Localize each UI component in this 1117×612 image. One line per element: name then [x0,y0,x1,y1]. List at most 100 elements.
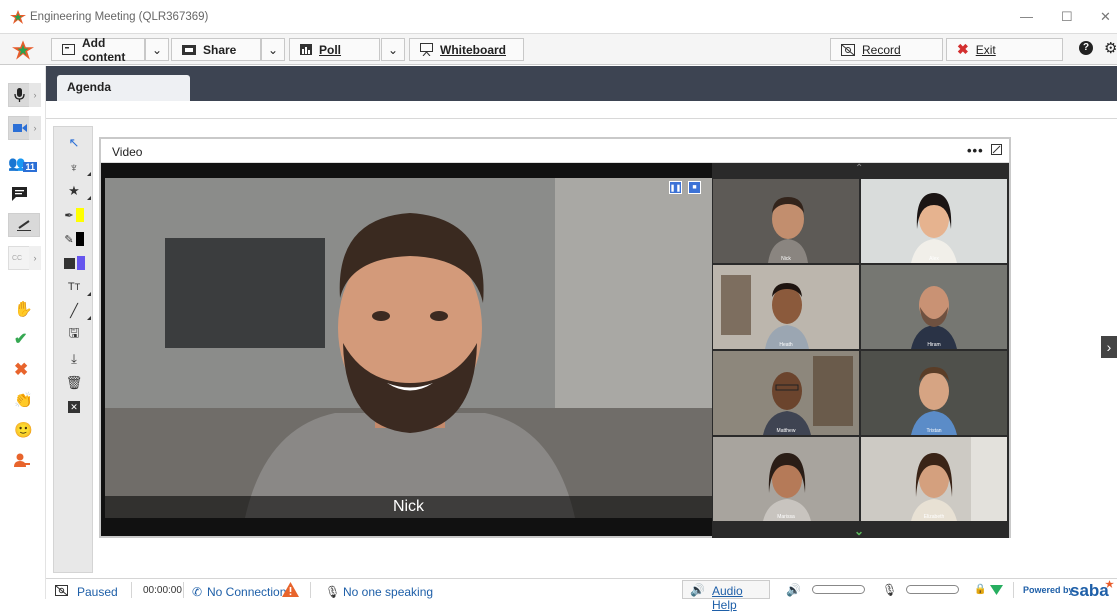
highlighter-color-swatch [75,208,84,222]
record-button[interactable]: Record [830,38,943,61]
pod-title: Video [112,145,143,159]
participant-tile[interactable]: Marissa [713,437,859,521]
connection-status[interactable]: No Connection [207,585,286,599]
spotlight-tool[interactable]: ♆ [54,155,94,179]
audio-help-button[interactable]: 🔊 Audio Help [682,580,770,612]
shape-color-swatch [76,256,85,270]
shape-tool[interactable] [54,251,94,275]
participant-tile[interactable]: Nick [713,179,859,263]
participant-tile[interactable]: Matthew [713,351,859,435]
spotlight-icon: ♆ [69,159,79,175]
attendee-count-badge: 11 [23,162,37,172]
star-icon: ★ [68,183,80,198]
x-mark-icon: ✖ [14,360,29,379]
close-window-button[interactable]: ✕ [1100,9,1111,25]
agree-button[interactable]: ✔ [8,327,40,351]
microphone-button[interactable] [8,83,30,107]
expand-right-panel-button[interactable]: › [1101,336,1117,358]
pointer-tool[interactable]: ↖ [54,131,94,155]
stamp-tool[interactable]: ★ [54,179,94,203]
divider [183,582,184,598]
participant-tile[interactable]: Alex [861,179,1007,263]
captions-options-arrow[interactable]: › [29,246,41,270]
record-status-icon [55,585,68,596]
divider [1013,582,1014,598]
text-tool[interactable]: TT [54,275,94,299]
raise-hand-icon: ✋ [14,301,33,318]
speaker-portrait [105,178,712,518]
highlighter-tool[interactable]: ✒ [54,203,94,227]
attendees-button[interactable]: 👥 11 [8,151,40,175]
applause-button[interactable]: 👏 [8,388,40,412]
lock-icon: 🔒 [974,584,987,595]
stop-video-button[interactable]: ■ [688,181,701,194]
share-dropdown[interactable]: ⌄ [261,38,285,61]
tab-agenda[interactable]: Agenda [57,75,190,101]
participant-name: Hiram [927,342,941,348]
closed-captions-icon: CC [12,254,23,262]
share-icon [182,44,196,55]
microphone-icon [14,88,25,102]
pod-header: Video ••• [101,139,1009,163]
title-bar: Engineering Meeting (QLR367369) — ☐ ✕ [0,0,1117,33]
participant-tile[interactable]: Tristan [861,351,1007,435]
microphone-icon: 🎙 [325,585,341,599]
pause-video-button[interactable]: ❚❚ [669,181,682,194]
whiteboard-button[interactable]: Whiteboard [409,38,524,61]
step-away-button[interactable] [8,448,40,472]
chat-button[interactable] [8,182,40,206]
microphone-options-arrow[interactable]: › [29,83,41,107]
camera-button[interactable] [8,116,30,140]
more-options-icon[interactable]: ••• [967,143,984,158]
raise-hand-button[interactable]: ✋ [8,297,40,321]
record-icon [841,43,855,56]
clear-tool[interactable]: ✕ [54,395,94,419]
chevron-down-icon: ⌄ [387,42,399,57]
participant-tile[interactable]: Elizabeth [861,437,1007,521]
recording-status: Paused [77,585,118,599]
camera-options-arrow[interactable]: › [29,116,41,140]
add-content-dropdown[interactable]: ⌄ [145,38,169,61]
save-annotations-tool[interactable]: 🖫 [54,323,94,347]
tab-subbar [46,101,1117,119]
clear-box-icon: ✕ [68,401,80,413]
participant-name: Tristan [926,428,942,434]
pen-tool[interactable]: ✎ [54,227,94,251]
download-tool[interactable]: ⤓ [54,347,94,371]
stop-icon: ■ [692,184,697,191]
disagree-button[interactable]: ✖ [8,358,40,382]
scroll-down-icon[interactable]: ⌄ [854,524,864,538]
minimize-button[interactable]: — [1020,9,1033,24]
scroll-up-icon[interactable]: ⌃ [855,163,863,174]
delete-tool[interactable]: 🗑 [54,371,94,395]
participant-name: Alex [929,256,939,262]
poll-button[interactable]: Poll [289,38,380,61]
maximize-button[interactable]: ☐ [1061,9,1073,25]
divider [131,582,132,598]
microphone-level-slider[interactable] [906,585,959,594]
saba-logo-icon [12,40,34,63]
poll-dropdown[interactable]: ⌄ [381,38,405,61]
settings-gear-icon[interactable]: ⚙ [1104,39,1117,57]
pod-resize-icon[interactable] [991,144,1002,158]
help-icon[interactable]: ? [1079,41,1093,55]
line-icon: ╱ [70,303,78,318]
clapping-hands-icon: 👏 [14,392,33,409]
square-icon [63,257,75,269]
network-signal-icon [990,585,1003,595]
exit-button[interactable]: ✖ Exit [946,38,1063,61]
window-title: Engineering Meeting (QLR367369) [30,11,209,23]
participant-tile[interactable]: Hiram [861,265,1007,349]
divider [310,582,311,598]
line-tool[interactable]: ╱ [54,299,94,323]
saba-brand-text: saba [1070,581,1109,600]
poll-label: Poll [319,42,342,57]
share-button[interactable]: Share [171,38,261,61]
emoji-button[interactable]: 🙂 [8,418,40,442]
add-content-button[interactable]: Add content [51,36,145,64]
annotate-button[interactable] [8,213,40,237]
closed-captions-button[interactable]: CC [8,246,30,270]
main-speaker-video[interactable]: ❚❚ ■ Nick [105,178,712,518]
participant-tile[interactable]: Heath [713,265,859,349]
speaker-volume-slider[interactable] [812,585,865,594]
